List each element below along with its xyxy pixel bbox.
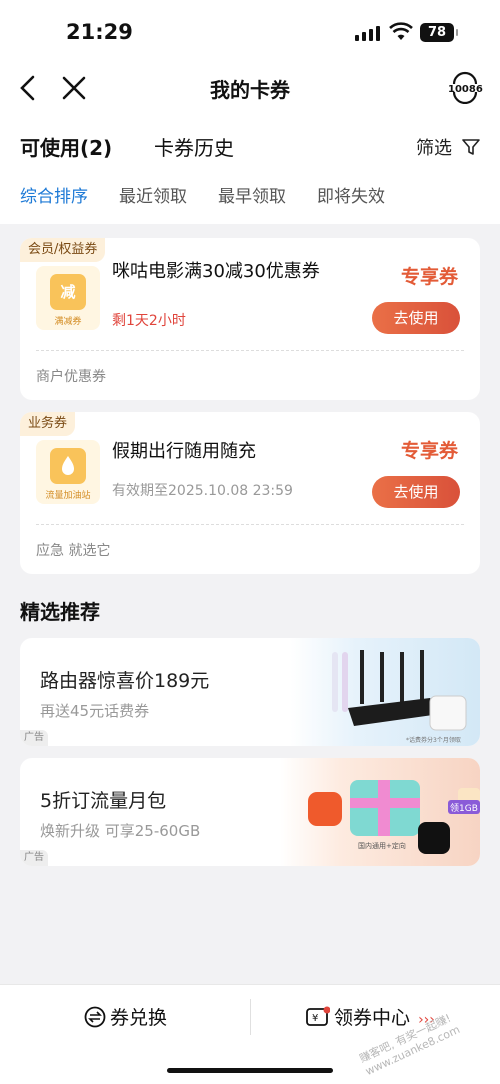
filter-button[interactable]: 筛选: [416, 134, 480, 160]
promo-title: 路由器惊喜价189元: [40, 670, 210, 692]
ad-label: 广告: [20, 850, 48, 866]
tab-area: 可使用(2) 卡券历史 筛选 综合排序 最近领取 最早领取 即将失效: [0, 112, 500, 224]
coupon-card[interactable]: 业务券 流量加油站 假期出行随用随充 有效期至2025.10.08 23:59 …: [20, 412, 480, 574]
discount-icon: 减: [50, 274, 86, 310]
use-button[interactable]: 去使用: [372, 302, 460, 334]
sort-expiring[interactable]: 即将失效: [317, 182, 385, 207]
signal-icon: [355, 26, 380, 41]
home-indicator: [167, 1068, 333, 1073]
status-bar: 21:29 78: [0, 0, 500, 64]
drop-icon: [62, 456, 74, 475]
svg-text:¥: ¥: [312, 1013, 318, 1024]
thumb-caption: 流量加油站: [45, 491, 91, 501]
coupon-center-icon: ¥: [306, 1006, 331, 1026]
coupon-expiry: 剩1天2小时: [112, 313, 186, 329]
gift-box-image: 国内通用+定向 领1GB: [280, 758, 480, 866]
coupon-center-label: 领券中心: [334, 1007, 411, 1029]
router-image: *话费券分3个月领取: [290, 638, 480, 746]
coupon-title: 假期出行随用随充: [112, 441, 256, 462]
coupon-footer: 应急 就选它: [36, 543, 111, 559]
coupon-tag: 业务券: [20, 412, 76, 436]
sort-options: 综合排序 最近领取 最早领取 即将失效: [20, 182, 416, 207]
promo-subtitle: 焕新升级 可享25-60GB: [40, 822, 201, 840]
nav-bar: 我的卡券 10086: [0, 64, 500, 112]
coupon-expiry: 有效期至2025.10.08 23:59: [112, 483, 293, 499]
wifi-icon: [389, 22, 413, 40]
coupon-card[interactable]: 会员/权益券 减 满减券 咪咕电影满30减30优惠券 剩1天2小时 专享券 去使…: [20, 238, 480, 400]
exclusive-badge: 专享券: [400, 266, 458, 288]
sort-comprehensive[interactable]: 综合排序: [20, 182, 88, 207]
promo-subtitle: 再送45元话费券: [40, 702, 150, 720]
status-time: 21:29: [66, 20, 133, 44]
page-title: 我的卡券: [210, 78, 290, 102]
ad-label: 广告: [20, 730, 48, 746]
exclusive-badge: 专享券: [400, 440, 458, 462]
battery-icon: 78: [420, 23, 458, 42]
tab-available[interactable]: 可使用(2): [20, 132, 112, 161]
traffic-icon: [50, 448, 86, 484]
coupon-footer: 商户优惠券: [36, 369, 106, 385]
bottom-divider: [250, 999, 251, 1035]
sort-recent[interactable]: 最近领取: [119, 182, 187, 207]
funnel-icon: [461, 139, 480, 155]
promo-image-caption: *话费券分3个月领取: [406, 736, 461, 744]
filter-label: 筛选: [416, 138, 452, 159]
exchange-label: 券兑换: [110, 1007, 168, 1029]
coupon-tag: 会员/权益券: [20, 238, 106, 262]
section-title: 精选推荐: [20, 600, 100, 624]
promo-image-badge: 领1GB: [450, 802, 478, 814]
exchange-button[interactable]: 券兑换: [84, 1003, 167, 1030]
exchange-icon: [84, 1006, 106, 1028]
coupon-thumb: 流量加油站: [36, 440, 100, 504]
sort-earliest[interactable]: 最早领取: [218, 182, 286, 207]
coupon-thumb: 减 满减券: [36, 266, 100, 330]
divider: [36, 350, 464, 351]
thumb-caption: 满减券: [54, 317, 82, 327]
promo-card-router[interactable]: 路由器惊喜价189元 再送45元话费券 广告 *话费券分3个月领取: [20, 638, 480, 746]
divider: [36, 524, 464, 525]
promo-card-data[interactable]: 5折订流量月包 焕新升级 可享25-60GB 广告 国内通用+定向 领1GB: [20, 758, 480, 866]
use-button[interactable]: 去使用: [372, 476, 460, 508]
tab-history[interactable]: 卡券历史: [154, 132, 234, 161]
customer-service-button[interactable]: 10086: [448, 70, 483, 105]
promo-image-caption: 国内通用+定向: [358, 841, 406, 850]
service-number: 10086: [448, 84, 483, 95]
coupon-title: 咪咕电影满30减30优惠券: [112, 261, 320, 282]
promo-title: 5折订流量月包: [40, 790, 167, 812]
